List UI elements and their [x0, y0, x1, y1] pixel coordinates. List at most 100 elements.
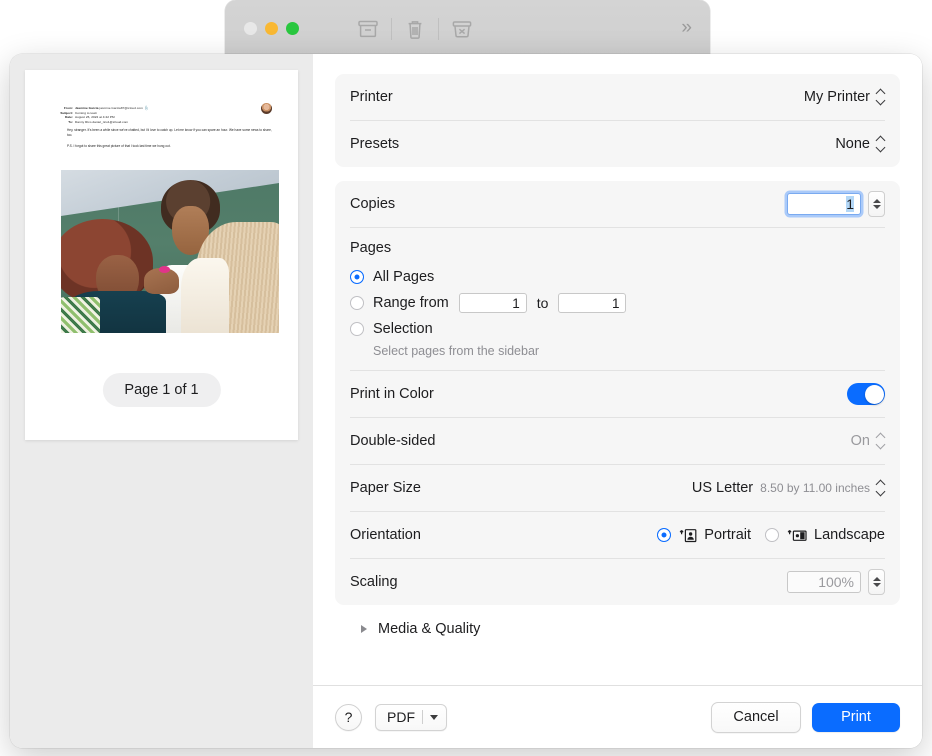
pdf-popup-button[interactable]: PDF: [375, 704, 447, 731]
stepper-down-icon[interactable]: [873, 205, 881, 209]
orientation-option-landscape[interactable]: Landscape: [765, 527, 885, 543]
double-sided-value: On: [851, 433, 870, 449]
mail-toolbar: [345, 16, 485, 42]
email-to-label: To:: [51, 120, 73, 125]
pages-option-selection[interactable]: Selection: [350, 316, 885, 342]
toolbar-separator-1: [391, 18, 392, 40]
radio-landscape[interactable]: [765, 528, 779, 542]
photo-cardigan-front: [181, 258, 229, 333]
range-from-label: Range from: [373, 295, 449, 311]
paper-size-row[interactable]: Paper Size US Letter 8.50 by 11.00 inche…: [350, 464, 885, 511]
minimize-window-button[interactable]: [265, 22, 278, 35]
email-to: Danny Rico daniel_rico1@icloud.com: [75, 120, 128, 124]
radio-portrait[interactable]: [657, 528, 671, 542]
landscape-icon: [787, 528, 809, 543]
stepper-down-icon[interactable]: [873, 583, 881, 587]
email-from-address: jasmine.Garcia87@icloud.com: [100, 106, 143, 110]
chevron-updown-icon[interactable]: [876, 135, 885, 153]
background-window-titlebar: »: [225, 0, 710, 58]
page-indicator: Page 1 of 1: [102, 373, 220, 407]
pages-label: Pages: [350, 240, 885, 256]
print-button[interactable]: Print: [812, 703, 900, 732]
scaling-label: Scaling: [350, 574, 398, 590]
stepper-up-icon[interactable]: [873, 199, 881, 203]
media-quality-row[interactable]: Media & Quality: [335, 605, 900, 651]
range-to-input[interactable]: 1: [558, 293, 626, 313]
copies-value: 1: [846, 196, 854, 212]
toolbar-overflow-icon[interactable]: »: [681, 18, 692, 37]
trash-icon[interactable]: [392, 16, 438, 42]
copies-row: Copies 1: [350, 181, 885, 227]
print-preview-pane: From:Jasmine Garcia jasmine.Garcia87@icl…: [10, 54, 313, 748]
copies-stepper[interactable]: [868, 191, 885, 217]
radio-range[interactable]: [350, 296, 364, 310]
chevron-updown-icon[interactable]: [876, 479, 885, 497]
zoom-window-button[interactable]: [286, 22, 299, 35]
chevron-right-icon[interactable]: [361, 625, 367, 633]
range-from-input[interactable]: 1: [459, 293, 527, 313]
email-subject: Coming to town: [75, 111, 97, 115]
presets-value: None: [835, 136, 870, 152]
cancel-button[interactable]: Cancel: [711, 702, 801, 733]
paper-size-value: US Letter: [692, 480, 753, 496]
orientation-option-portrait[interactable]: Portrait: [657, 527, 751, 543]
avatar: [261, 103, 272, 114]
portrait-label: Portrait: [704, 527, 751, 543]
dialog-footer: ? PDF Cancel Print: [313, 685, 922, 748]
print-in-color-row: Print in Color: [350, 370, 885, 417]
print-in-color-toggle[interactable]: [847, 383, 885, 405]
close-window-button[interactable]: [244, 22, 257, 35]
pages-group: Pages All Pages Range from 1 to 1: [350, 227, 885, 370]
printer-card: Printer My Printer Presets None: [335, 74, 900, 167]
email-header: From:Jasmine Garcia jasmine.Garcia87@icl…: [51, 106, 251, 124]
print-options-pane: Printer My Printer Presets None Copies: [313, 54, 922, 748]
chevron-updown-icon[interactable]: [876, 88, 885, 106]
print-dialog: From:Jasmine Garcia jasmine.Garcia87@icl…: [10, 54, 922, 748]
selection-label: Selection: [373, 321, 433, 337]
chevron-updown-icon[interactable]: [876, 432, 885, 450]
toolbar-separator-2: [438, 18, 439, 40]
paper-size-label: Paper Size: [350, 480, 421, 496]
copies-label: Copies: [350, 196, 395, 212]
media-quality-label: Media & Quality: [378, 621, 480, 637]
copies-input[interactable]: 1: [787, 193, 861, 215]
range-to-label: to: [537, 295, 549, 311]
email-body-paragraph-2: P.S. I forgot to share this great pictur…: [67, 144, 272, 149]
printer-label: Printer: [350, 89, 393, 105]
help-button[interactable]: ?: [335, 704, 362, 731]
junk-icon[interactable]: [439, 16, 485, 42]
presets-row[interactable]: Presets None: [350, 120, 885, 167]
double-sided-row[interactable]: Double-sided On: [350, 417, 885, 464]
photo-person-left-pattern: [61, 297, 100, 333]
pages-option-range[interactable]: Range from 1 to 1: [350, 290, 885, 316]
pdf-divider: [422, 710, 423, 724]
chevron-down-icon: [430, 715, 438, 720]
options-scroll-area: Printer My Printer Presets None Copies: [313, 54, 922, 685]
pages-option-all[interactable]: All Pages: [350, 264, 885, 290]
paper-size-detail: 8.50 by 11.00 inches: [760, 481, 870, 495]
landscape-label: Landscape: [814, 527, 885, 543]
orientation-row: Orientation Portrait: [350, 511, 885, 558]
scaling-input[interactable]: 100%: [787, 571, 861, 593]
traffic-lights: [244, 22, 299, 35]
portrait-icon: [679, 528, 699, 543]
archive-icon[interactable]: [345, 16, 391, 42]
email-date: August 26, 2022 at 4:22 PM: [75, 115, 115, 119]
print-in-color-label: Print in Color: [350, 386, 434, 402]
scaling-stepper[interactable]: [868, 569, 885, 595]
email-from-name: Jasmine Garcia: [75, 106, 99, 110]
selection-hint: Select pages from the sidebar: [373, 344, 885, 358]
stepper-up-icon[interactable]: [873, 577, 881, 581]
scaling-row: Scaling 100%: [350, 558, 885, 605]
all-pages-label: All Pages: [373, 269, 434, 285]
radio-selection[interactable]: [350, 322, 364, 336]
printer-row[interactable]: Printer My Printer: [350, 74, 885, 120]
settings-card: Copies 1 Pages All Pages: [335, 181, 900, 605]
toggle-knob: [865, 385, 884, 404]
photo-nails: [159, 266, 170, 273]
email-body-paragraph-1: Hey, stranger. It's been a while since w…: [67, 128, 272, 138]
pdf-label: PDF: [387, 709, 415, 725]
radio-all-pages[interactable]: [350, 270, 364, 284]
presets-label: Presets: [350, 136, 399, 152]
email-photo: [61, 170, 279, 333]
